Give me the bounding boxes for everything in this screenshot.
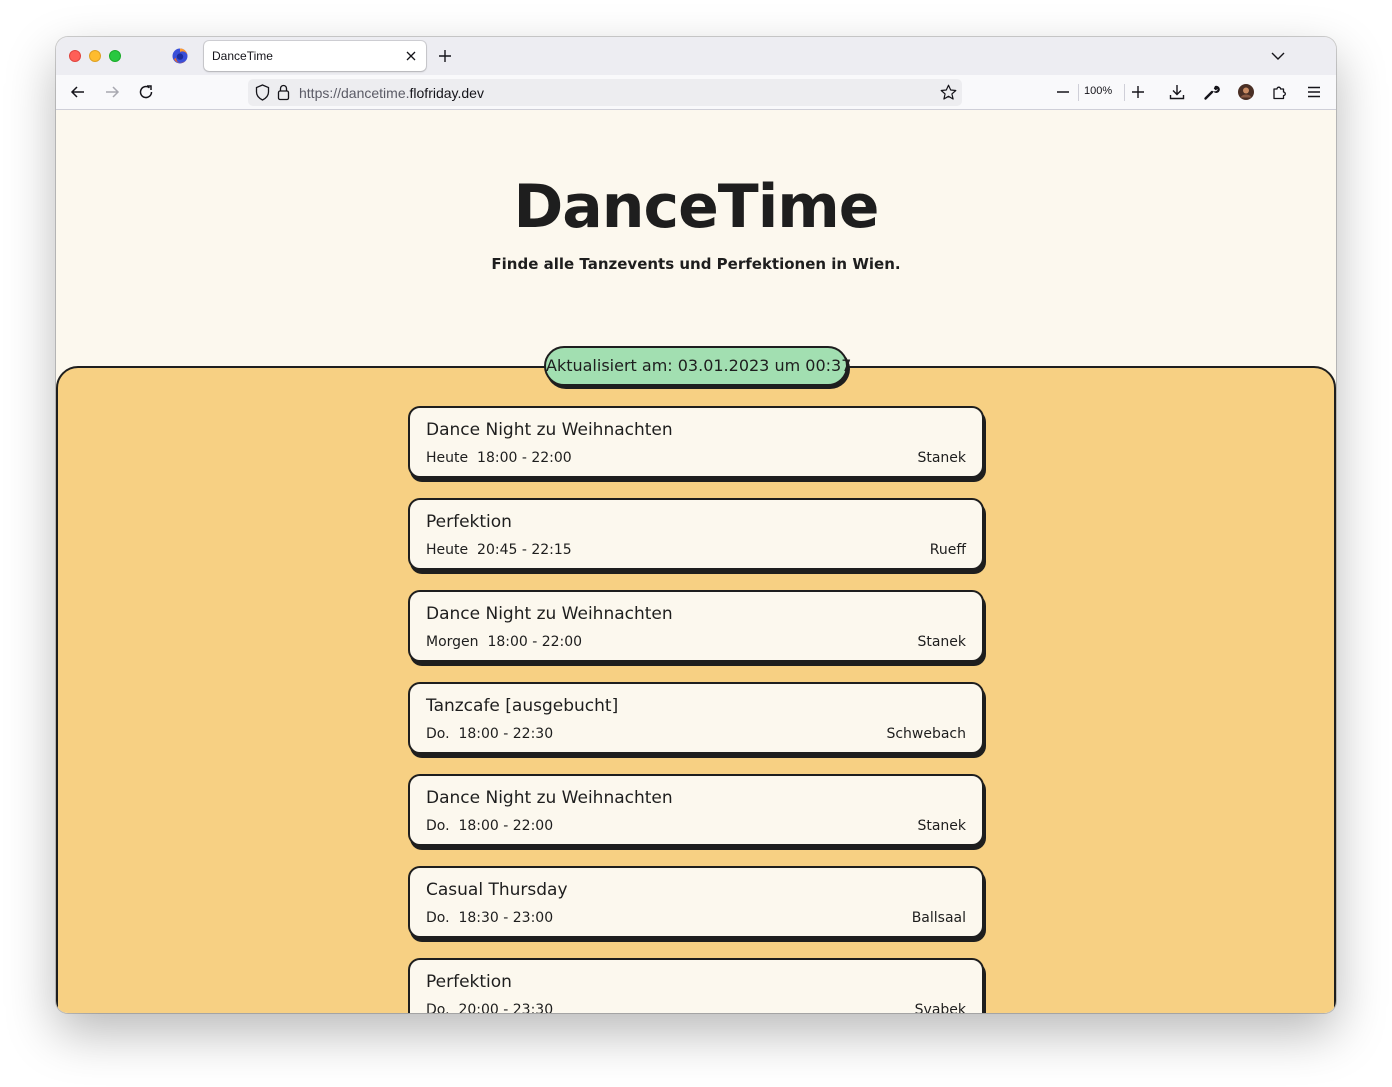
lock-icon[interactable] [277,84,290,101]
event-datetime: Do. 18:00 - 22:30 [426,726,553,742]
zoom-window-button[interactable] [109,50,121,62]
event-title: Dance Night zu Weihnachten [426,788,673,808]
event-venue: Rueff [929,542,966,558]
event-venue: Stanek [917,450,966,466]
zoom-in-icon[interactable] [1130,83,1146,101]
event-time: 20:45 - 22:15 [477,542,572,558]
wrench-icon[interactable] [1203,83,1221,101]
star-icon[interactable] [940,84,957,101]
event-time: 18:00 - 22:00 [487,634,583,650]
download-icon[interactable] [1168,83,1186,101]
reload-icon[interactable] [137,83,155,101]
event-day: Heute [426,542,469,558]
event-card[interactable]: Tanzcafe [ausgebucht] Do. 18:00 - 22:30 … [408,682,984,754]
tab-dancetime[interactable]: DanceTime [204,41,426,71]
avatar[interactable] [1237,83,1255,101]
browser-window: DanceTime https://dancetime.flofriday.de… [56,37,1336,1013]
event-datetime: Heute 20:45 - 22:15 [426,542,572,558]
event-title: Tanzcafe [ausgebucht] [426,696,619,716]
close-window-button[interactable] [69,50,81,62]
new-tab-icon[interactable] [437,48,453,64]
event-time: 18:00 - 22:00 [458,818,554,834]
firefox-icon[interactable] [172,48,188,64]
close-tab-icon[interactable] [405,50,417,62]
page-subtitle: Finde alle Tanzevents und Perfektionen i… [491,255,901,273]
event-day: Heute [426,450,469,466]
page-title: DanceTime [513,172,880,242]
event-venue: Schwebach [886,726,966,742]
event-title: Casual Thursday [426,880,568,900]
zoom-out-icon[interactable] [1055,83,1071,101]
event-card[interactable]: Dance Night zu Weihnachten Do. 18:00 - 2… [408,774,984,846]
event-venue: Stanek [917,818,966,834]
event-venue: Ballsaal [911,910,966,926]
event-time: 18:00 - 22:30 [458,726,554,742]
event-card[interactable]: Perfektion Heute 20:45 - 22:15 Rueff [408,498,984,570]
shield-icon[interactable] [255,84,270,101]
event-datetime: Do. 18:00 - 22:00 [426,818,553,834]
page-content: DanceTime Finde alle Tanzevents und Perf… [56,110,1336,1013]
event-title: Perfektion [426,512,512,532]
event-venue: Svabek [914,1002,966,1013]
chevron-down-icon[interactable] [1270,48,1286,64]
event-title: Perfektion [426,972,512,992]
event-day: Morgen [426,634,479,650]
tab-strip: DanceTime [56,37,1336,75]
event-datetime: Do. 18:30 - 23:00 [426,910,553,926]
url-text[interactable]: https://dancetime.flofriday.dev [299,85,484,101]
event-title: Dance Night zu Weihnachten [426,604,673,624]
event-day: Do. [426,818,450,834]
event-card[interactable]: Dance Night zu Weihnachten Heute 18:00 -… [408,406,984,478]
updated-badge: Aktualisiert am: 03.01.2023 um 00:37 [544,346,851,386]
event-time: 20:00 - 23:30 [458,1002,554,1013]
minimize-window-button[interactable] [89,50,101,62]
puzzle-icon[interactable] [1271,83,1289,101]
url-prefix: https://dancetime. [299,85,410,101]
zoom-level[interactable]: 100% [1084,85,1112,97]
event-datetime: Morgen 18:00 - 22:00 [426,634,582,650]
event-venue: Stanek [917,634,966,650]
arrow-right-icon[interactable] [103,83,121,101]
event-day: Do. [426,1002,450,1013]
url-host: flofriday.dev [409,85,484,101]
hamburger-icon[interactable] [1305,83,1323,101]
url-bar[interactable]: https://dancetime.flofriday.dev [248,79,962,106]
event-datetime: Heute 18:00 - 22:00 [426,450,572,466]
event-datetime: Do. 20:00 - 23:30 [426,1002,553,1013]
event-day: Do. [426,726,450,742]
event-card[interactable]: Casual Thursday Do. 18:30 - 23:00 Ballsa… [408,866,984,938]
zoom-divider [1078,84,1079,101]
event-title: Dance Night zu Weihnachten [426,420,673,440]
event-time: 18:00 - 22:00 [477,450,572,466]
event-card[interactable]: Perfektion Do. 20:00 - 23:30 Svabek [408,958,984,1013]
zoom-divider [1124,84,1125,101]
event-card[interactable]: Dance Night zu Weihnachten Morgen 18:00 … [408,590,984,662]
arrow-left-icon[interactable] [69,83,87,101]
event-time: 18:30 - 23:00 [458,910,554,926]
navigation-toolbar: https://dancetime.flofriday.dev 100% [56,75,1336,110]
event-day: Do. [426,910,450,926]
tab-title: DanceTime [212,49,273,63]
